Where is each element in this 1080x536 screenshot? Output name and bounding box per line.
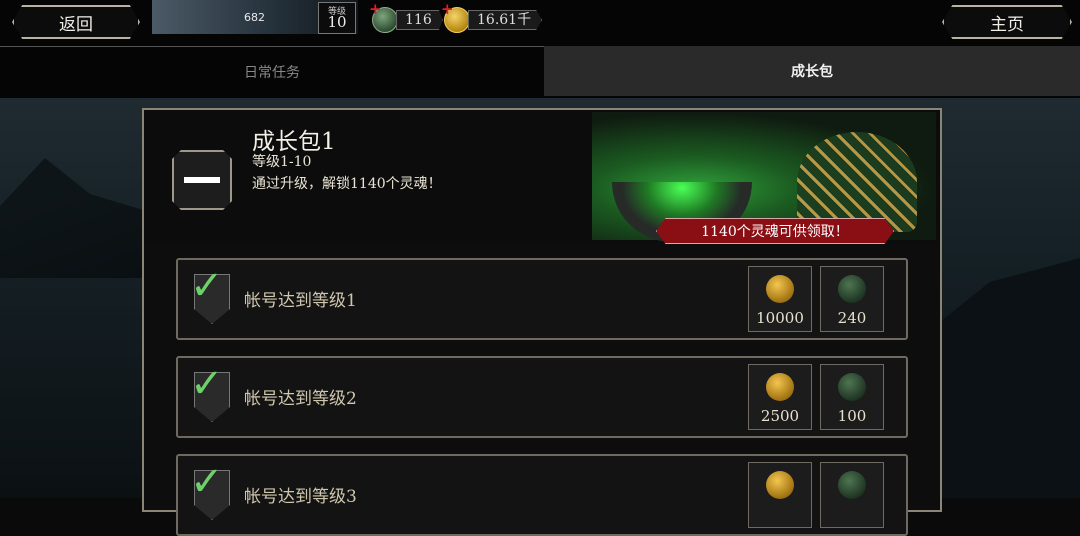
soul-amount: 100: [837, 407, 867, 425]
add-coins-icon[interactable]: +: [441, 0, 454, 18]
coins-counter[interactable]: + 16.61千: [441, 0, 543, 33]
growth-pack-panel: 成长包1 等级1-10 通过升级，解锁1140个灵魂！ 1140个灵魂可供领取！…: [142, 108, 942, 536]
gold-amount: 10000: [756, 309, 804, 327]
minus-icon: [184, 177, 220, 183]
gold-coin-icon: [766, 373, 794, 401]
checkmark-icon: ✓: [190, 459, 224, 505]
add-souls-icon[interactable]: +: [369, 0, 382, 18]
skull-soul-icon: [838, 275, 866, 303]
checkmark-icon: ✓: [190, 361, 224, 407]
level-value: 10: [327, 13, 347, 31]
temple-roof-right: [930, 258, 1080, 498]
back-button[interactable]: 返回: [12, 5, 140, 39]
soul-icon: +: [369, 0, 398, 33]
souls-counter[interactable]: + 116: [369, 0, 443, 33]
reward-row[interactable]: ✓ 帐号达到等级1 10000 240: [176, 258, 908, 340]
home-button[interactable]: 主页: [942, 5, 1072, 39]
checkmark-icon: ✓: [190, 263, 224, 309]
row-label: 帐号达到等级3: [244, 487, 357, 507]
soul-reward: 100: [820, 364, 884, 430]
reward-row[interactable]: ✓ 帐号达到等级3: [176, 454, 908, 536]
tab-daily-tasks[interactable]: 日常任务: [0, 46, 544, 97]
coin-icon: +: [441, 0, 470, 33]
pack-header: 成长包1 等级1-10 通过升级，解锁1140个灵魂！ 1140个灵魂可供领取！: [144, 110, 940, 244]
level-badge: 等级 10: [318, 2, 356, 34]
pack-description: 通过升级，解锁1140个灵魂！: [252, 176, 442, 192]
souls-value: 116: [396, 10, 443, 30]
gold-reward: 2500: [748, 364, 812, 430]
player-profile-strip[interactable]: 682 等级 10: [152, 0, 358, 34]
gold-reward: 10000: [748, 266, 812, 332]
gold-coin-icon: [766, 471, 794, 499]
pack-level-range: 等级1-10: [252, 154, 312, 170]
soul-reward: 240: [820, 266, 884, 332]
tab-bar: 日常任务 成长包: [0, 42, 1080, 98]
reward-row[interactable]: ✓ 帐号达到等级2 2500 100: [176, 356, 908, 438]
temple-roof-left: [0, 158, 150, 278]
top-bar: 返回 682 等级 10 + 116 + 16.61千 主页: [0, 0, 1080, 42]
soul-amount: 240: [837, 309, 867, 327]
tab-growth-pack[interactable]: 成长包: [544, 46, 1080, 96]
xp-value: 682: [244, 11, 265, 24]
gold-amount: 2500: [760, 407, 800, 425]
collapse-pack-button[interactable]: [172, 150, 232, 210]
souls-available-banner: 1140个灵魂可供领取！: [656, 218, 894, 244]
skull-soul-icon: [838, 471, 866, 499]
row-label: 帐号达到等级2: [244, 389, 357, 409]
row-label: 帐号达到等级1: [244, 291, 357, 311]
gold-reward: [748, 462, 812, 528]
coins-value: 16.61千: [468, 10, 543, 30]
souls-cauldron-art: 1140个灵魂可供领取！: [592, 112, 936, 244]
gold-coin-icon: [766, 275, 794, 303]
soul-reward: [820, 462, 884, 528]
skull-soul-icon: [838, 373, 866, 401]
urn-icon: [797, 132, 917, 232]
